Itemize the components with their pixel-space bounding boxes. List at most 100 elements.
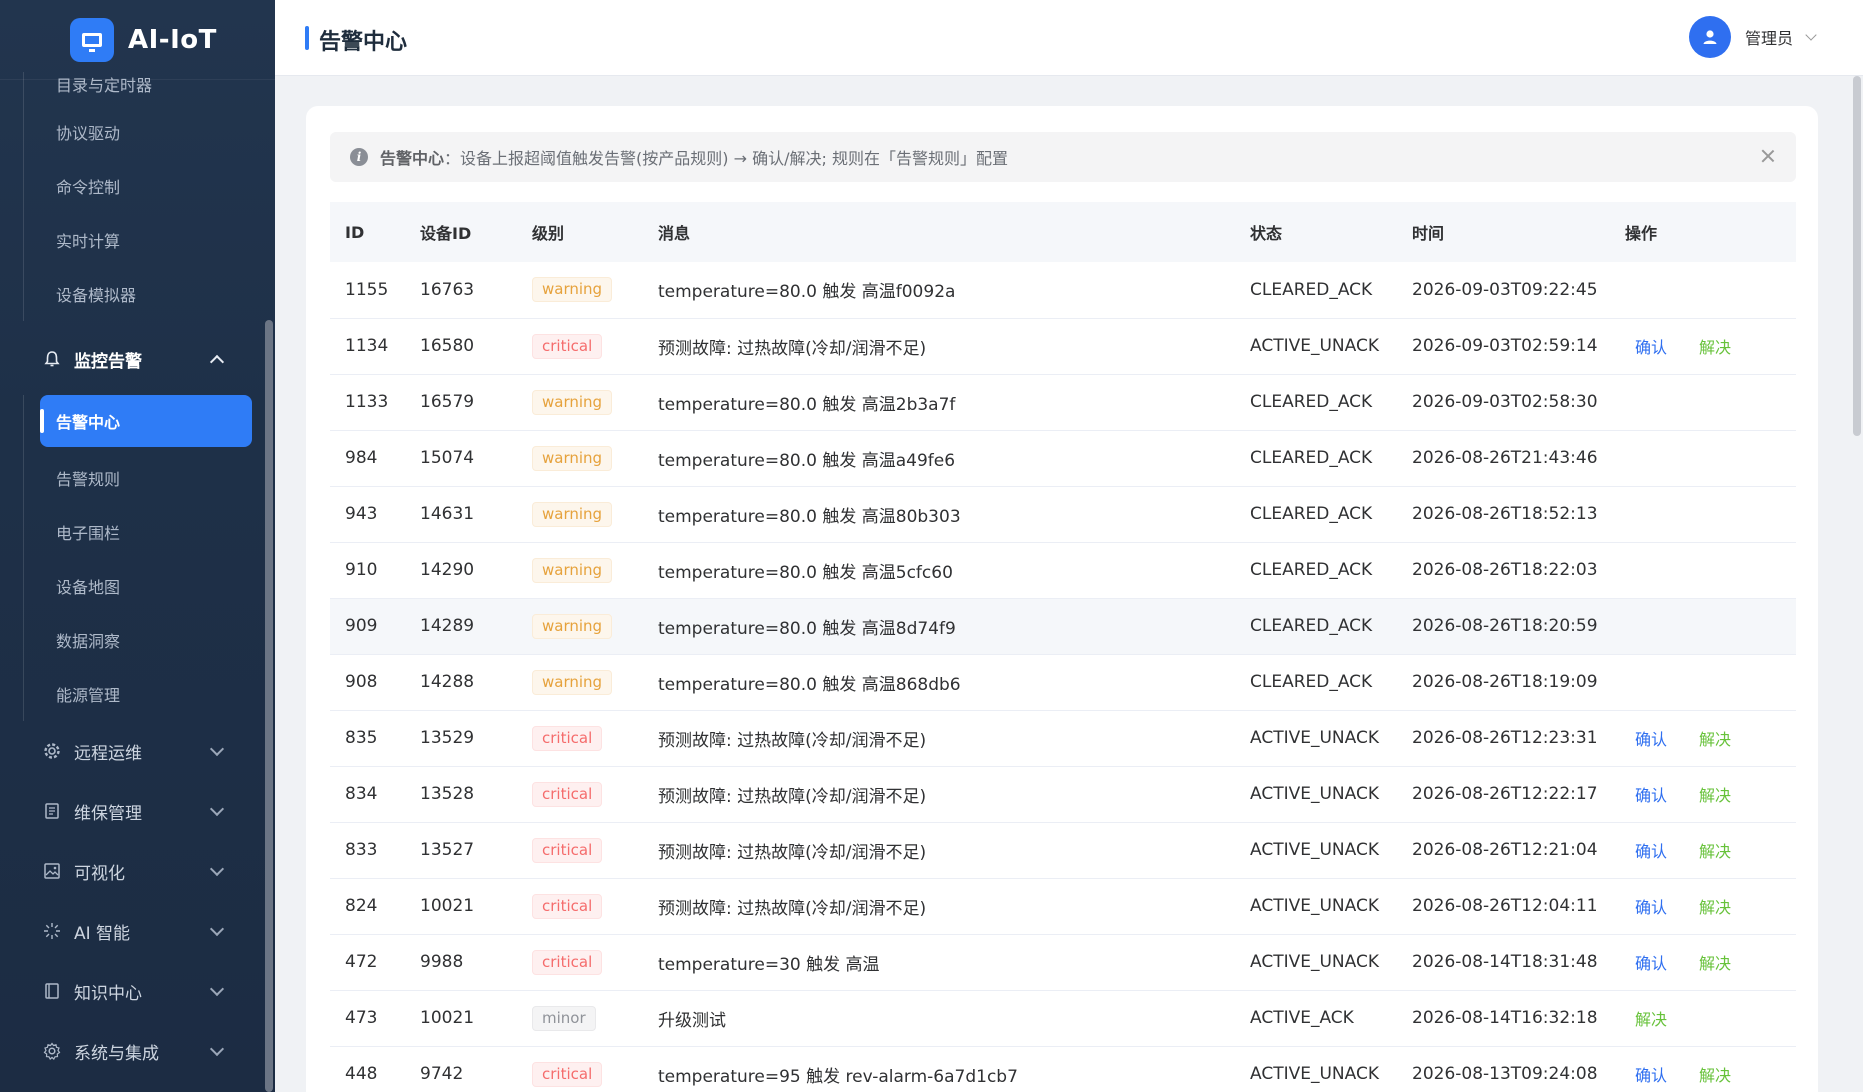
sidebar-item-data-insight[interactable]: 数据洞察 (0, 613, 264, 667)
sidebar-item-alarm-center[interactable]: 告警中心 (40, 395, 252, 447)
table-row[interactable]: 909 14289 warning temperature=80.0 触发 高温8d7… (330, 598, 1796, 655)
cell-time: 2026-09-03T02:58:30 (1397, 374, 1610, 431)
resolve-button[interactable]: 解决 (1699, 898, 1731, 917)
table-row[interactable]: 910 14290 warning temperature=80.0 触发 高温5cf… (330, 542, 1796, 599)
column-header-actions[interactable]: 操作 (1610, 202, 1796, 262)
cell-time: 2026-08-26T21:43:46 (1397, 430, 1610, 487)
cell-status: ACTIVE_UNACK (1235, 766, 1397, 823)
cell-level: critical (517, 766, 643, 823)
table-row[interactable]: 984 15074 warning temperature=80.0 触发 高温a49… (330, 430, 1796, 487)
chevron-down-icon (209, 741, 225, 757)
sidebar-scrollbar[interactable] (265, 320, 273, 1092)
cell-device-id: 15074 (405, 430, 517, 487)
table-row[interactable]: 1133 16579 warning temperature=80.0 触发 高温2b… (330, 374, 1796, 431)
sidebar-item-alarm-rules[interactable]: 告警规则 (0, 451, 264, 505)
cell-id: 824 (330, 878, 405, 935)
table-row[interactable]: 472 9988 critical temperature=30 触发 高温 ACTIV… (330, 934, 1796, 991)
table-row[interactable]: 835 13529 critical 预测故障: 过热故障(冷却/润滑不足) ACTIV… (330, 710, 1796, 767)
sidebar-item-label: 电子围栏 (56, 524, 121, 543)
cell-level: warning (517, 486, 643, 543)
acknowledge-button[interactable]: 确认 (1635, 730, 1667, 749)
sidebar-item-command-control[interactable]: 命令控制 (0, 159, 264, 213)
gear-icon (42, 741, 62, 761)
sidebar-item-geofence[interactable]: 电子围栏 (0, 505, 264, 559)
sidebar-item-directory-timer[interactable]: 目录与定时器 (0, 72, 264, 95)
close-icon[interactable] (1760, 148, 1776, 164)
cell-id: 473 (330, 990, 405, 1047)
resolve-button[interactable]: 解决 (1699, 730, 1731, 749)
cell-status: CLEARED_ACK (1235, 542, 1397, 599)
monitor-logo-icon (70, 17, 114, 62)
cell-id: 943 (330, 486, 405, 543)
cell-message: temperature=80.0 触发 高温868db6 (643, 654, 1235, 711)
sidebar-group-remote-ops[interactable]: 远程运维 (0, 721, 264, 781)
cell-id: 984 (330, 430, 405, 487)
acknowledge-button[interactable]: 确认 (1635, 786, 1667, 805)
chevron-up-icon (209, 354, 225, 370)
cell-message: temperature=80.0 触发 高温2b3a7f (643, 374, 1235, 431)
sidebar-item-device-map[interactable]: 设备地图 (0, 559, 264, 613)
acknowledge-button[interactable]: 确认 (1635, 1066, 1667, 1085)
brand[interactable]: AI-IoT (0, 0, 275, 80)
acknowledge-button[interactable]: 确认 (1635, 338, 1667, 357)
cell-time: 2026-09-03T02:59:14 (1397, 318, 1610, 375)
column-header-message[interactable]: 消息 (643, 202, 1235, 262)
column-header-id[interactable]: ID (330, 202, 405, 262)
sidebar-item-energy[interactable]: 能源管理 (0, 667, 264, 721)
sidebar-group-ai[interactable]: AI 智能 (0, 901, 264, 961)
cell-time: 2026-08-26T12:04:11 (1397, 878, 1610, 935)
cell-message: 预测故障: 过热故障(冷却/润滑不足) (643, 766, 1235, 823)
cell-status: CLEARED_ACK (1235, 486, 1397, 543)
cell-time: 2026-08-26T18:20:59 (1397, 598, 1610, 655)
column-header-device-id[interactable]: 设备ID (405, 202, 517, 262)
chevron-down-icon (209, 861, 225, 877)
sidebar-item-protocol-driver[interactable]: 协议驱动 (0, 92, 264, 159)
cell-id: 909 (330, 598, 405, 655)
sidebar-item-device-simulator[interactable]: 设备模拟器 (0, 267, 264, 321)
cell-device-id: 13529 (405, 710, 517, 767)
table-row[interactable]: 833 13527 critical 预测故障: 过热故障(冷却/润滑不足) ACTIV… (330, 822, 1796, 879)
cell-device-id: 9988 (405, 934, 517, 991)
user-menu[interactable]: 管理员 (1688, 16, 1817, 58)
sidebar-item-label: 设备地图 (56, 578, 121, 597)
resolve-button[interactable]: 解决 (1699, 786, 1731, 805)
table-row[interactable]: 1155 16763 warning temperature=80.0 触发 高温f0… (330, 262, 1796, 319)
main-scrollbar[interactable] (1853, 76, 1861, 436)
acknowledge-button[interactable]: 确认 (1635, 954, 1667, 973)
sidebar-item-realtime-compute[interactable]: 实时计算 (0, 213, 264, 267)
level-badge: warning (532, 445, 613, 471)
sidebar-item-label: 设备模拟器 (56, 286, 137, 305)
table-row[interactable]: 943 14631 warning temperature=80.0 触发 高温80b… (330, 486, 1796, 543)
table-row[interactable]: 448 9742 critical temperature=95 触发 rev-ala… (330, 1046, 1796, 1092)
level-badge: critical (532, 781, 603, 807)
cell-id: 1155 (330, 262, 405, 319)
cell-level: warning (517, 542, 643, 599)
table-row[interactable]: 834 13528 critical 预测故障: 过热故障(冷却/润滑不足) ACTIV… (330, 766, 1796, 823)
resolve-button[interactable]: 解决 (1699, 338, 1731, 357)
sidebar-group-monitor[interactable]: 监控告警 (0, 327, 264, 391)
sidebar-group-visualization[interactable]: 可视化 (0, 841, 264, 901)
table-row[interactable]: 908 14288 warning temperature=80.0 触发 高温868… (330, 654, 1796, 711)
resolve-button[interactable]: 解决 (1699, 954, 1731, 973)
column-header-status[interactable]: 状态 (1235, 202, 1397, 262)
resolve-button[interactable]: 解决 (1699, 842, 1731, 861)
column-header-time[interactable]: 时间 (1397, 202, 1610, 262)
level-badge: warning (532, 389, 613, 415)
cell-time: 2026-09-03T09:22:45 (1397, 262, 1610, 319)
sidebar-group-label: 远程运维 (74, 743, 142, 764)
acknowledge-button[interactable]: 确认 (1635, 842, 1667, 861)
table-row[interactable]: 473 10021 minor 升级测试 ACTIVE_ACK 2026-08-14T16… (330, 990, 1796, 1047)
table-row[interactable]: 1134 16580 critical 预测故障: 过热故障(冷却/润滑不足) ACTI… (330, 318, 1796, 375)
resolve-button[interactable]: 解决 (1635, 1010, 1667, 1029)
sidebar-item-label: 实时计算 (56, 232, 121, 251)
sidebar-group-knowledge[interactable]: 知识中心 (0, 961, 264, 1021)
resolve-button[interactable]: 解决 (1699, 1066, 1731, 1085)
cell-level: critical (517, 878, 643, 935)
cell-status: ACTIVE_UNACK (1235, 822, 1397, 879)
sidebar-group-maintenance[interactable]: 维保管理 (0, 781, 264, 841)
acknowledge-button[interactable]: 确认 (1635, 898, 1667, 917)
sidebar-group-system[interactable]: 系统与集成 (0, 1021, 264, 1081)
cell-message: 预测故障: 过热故障(冷却/润滑不足) (643, 318, 1235, 375)
column-header-level[interactable]: 级别 (517, 202, 643, 262)
table-row[interactable]: 824 10021 critical 预测故障: 过热故障(冷却/润滑不足) ACTIV… (330, 878, 1796, 935)
